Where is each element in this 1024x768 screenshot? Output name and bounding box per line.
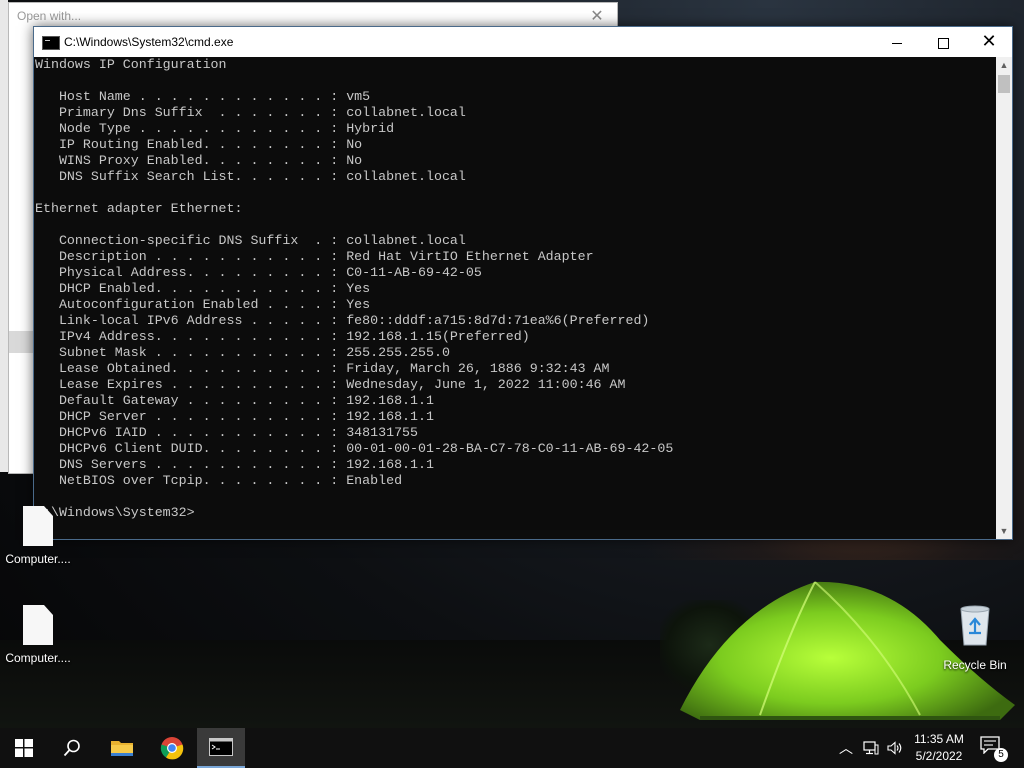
desktop-icon-label: Recycle Bin — [943, 658, 1007, 672]
console-line: IP Routing Enabled. . . . . . . . : No — [35, 137, 363, 152]
windows-logo-icon — [15, 739, 33, 757]
scroll-up-arrow-icon[interactable]: ▲ — [996, 57, 1012, 73]
minimize-button[interactable] — [874, 27, 920, 57]
console-line: DNS Suffix Search List. . . . . . : coll… — [35, 169, 466, 184]
maximize-icon — [937, 37, 949, 49]
show-hidden-icons-button[interactable]: ︿ — [836, 728, 856, 768]
console-output[interactable]: Windows IP Configuration Host Name . . .… — [34, 57, 997, 539]
desktop-icon-computer-2[interactable]: Computer.... — [0, 605, 76, 665]
desktop-icon-recycle-bin[interactable]: Recycle Bin — [937, 603, 1013, 672]
console-line: Lease Obtained. . . . . . . . . . : Frid… — [35, 361, 610, 376]
clock-date: 5/2/2022 — [915, 749, 963, 763]
search-button[interactable] — [48, 728, 96, 768]
console-line: DHCPv6 IAID . . . . . . . . . . . : 3481… — [35, 425, 419, 440]
console-line: Connection-specific DNS Suffix . : colla… — [35, 233, 466, 248]
console-line: Node Type . . . . . . . . . . . . : Hybr… — [35, 121, 395, 136]
console-line: Host Name . . . . . . . . . . . . : vm5 — [35, 89, 371, 104]
minimize-icon — [892, 42, 902, 44]
cmd-taskbar-button[interactable] — [197, 728, 245, 768]
console-line: Ethernet adapter Ethernet: — [35, 201, 243, 216]
clock-time: 11:35 AM — [914, 732, 964, 746]
file-explorer-button[interactable] — [98, 728, 146, 768]
chevron-up-icon: ︿ — [839, 740, 853, 756]
folder-icon — [111, 741, 133, 756]
desktop-icon-label: Computer.... — [5, 651, 71, 665]
volume-button[interactable] — [884, 728, 906, 768]
action-center-button[interactable]: 5 — [980, 736, 1008, 762]
cmd-window[interactable]: C:\Windows\System32\cmd.exe ✕ Windows IP… — [33, 26, 1013, 540]
desktop-icon-computer-1[interactable]: Computer.... — [0, 506, 76, 566]
console-line: Description . . . . . . . . . . . : Red … — [35, 249, 594, 264]
recycle-bin-icon — [960, 605, 990, 646]
clock[interactable]: 11:35 AM 5/2/2022 — [908, 731, 970, 765]
desktop-icon-label: Computer.... — [5, 552, 71, 566]
console-line: Physical Address. . . . . . . . . : C0-1… — [35, 265, 482, 280]
scroll-down-arrow-icon[interactable]: ▼ — [996, 523, 1012, 539]
console-scrollbar[interactable]: ▲ ▼ — [996, 57, 1012, 539]
console-line: IPv4 Address. . . . . . . . . . . : 192.… — [35, 329, 530, 344]
console-line: Windows IP Configuration — [35, 57, 227, 72]
search-icon — [63, 739, 80, 757]
network-button[interactable] — [860, 728, 882, 768]
console-line: Subnet Mask . . . . . . . . . . . : 255.… — [35, 345, 450, 360]
console-line: Default Gateway . . . . . . . . . : 192.… — [35, 393, 434, 408]
console-line: C:\Windows\System32> — [35, 505, 195, 520]
close-icon: ✕ — [590, 8, 604, 25]
console-line: Lease Expires . . . . . . . . . . : Wedn… — [35, 377, 626, 392]
background-window-edge — [0, 0, 8, 472]
console-line: Autoconfiguration Enabled . . . . : Yes — [35, 297, 371, 312]
taskbar: ︿ 11:35 AM 5/2/2022 5 — [0, 728, 1024, 768]
start-button[interactable] — [0, 728, 48, 768]
scrollbar-thumb[interactable] — [998, 75, 1010, 93]
terminal-icon — [209, 738, 233, 756]
desktop: Open with... ✕ C:\Windows\System32\cmd.e… — [0, 0, 1024, 768]
console-line: DHCPv6 Client DUID. . . . . . . . : 00-0… — [35, 441, 674, 456]
cmd-titlebar[interactable]: C:\Windows\System32\cmd.exe ✕ — [34, 27, 1012, 57]
file-icon — [23, 506, 53, 546]
close-icon: ✕ — [981, 31, 997, 52]
console-line: Primary Dns Suffix . . . . . . . : colla… — [35, 105, 466, 120]
speaker-icon — [887, 741, 902, 755]
cmd-window-title: C:\Windows\System32\cmd.exe — [64, 35, 234, 49]
chrome-icon — [160, 737, 184, 760]
console-line: DHCP Server . . . . . . . . . . . : 192.… — [35, 409, 434, 424]
maximize-button[interactable] — [920, 27, 966, 57]
cmd-app-icon[interactable] — [42, 36, 60, 50]
close-button[interactable]: ✕ — [966, 27, 1012, 57]
network-icon — [863, 741, 879, 755]
file-icon — [23, 605, 53, 645]
console-line: NetBIOS over Tcpip. . . . . . . . : Enab… — [35, 473, 403, 488]
console-line: DHCP Enabled. . . . . . . . . . . : Yes — [35, 281, 371, 296]
console-line: DNS Servers . . . . . . . . . . . : 192.… — [35, 457, 434, 472]
console-line: WINS Proxy Enabled. . . . . . . . : No — [35, 153, 363, 168]
notification-count-badge: 5 — [994, 748, 1008, 762]
open-with-title: Open with... — [17, 9, 82, 23]
chrome-button[interactable] — [148, 728, 196, 768]
console-line: Link-local IPv6 Address . . . . . : fe80… — [35, 313, 650, 328]
